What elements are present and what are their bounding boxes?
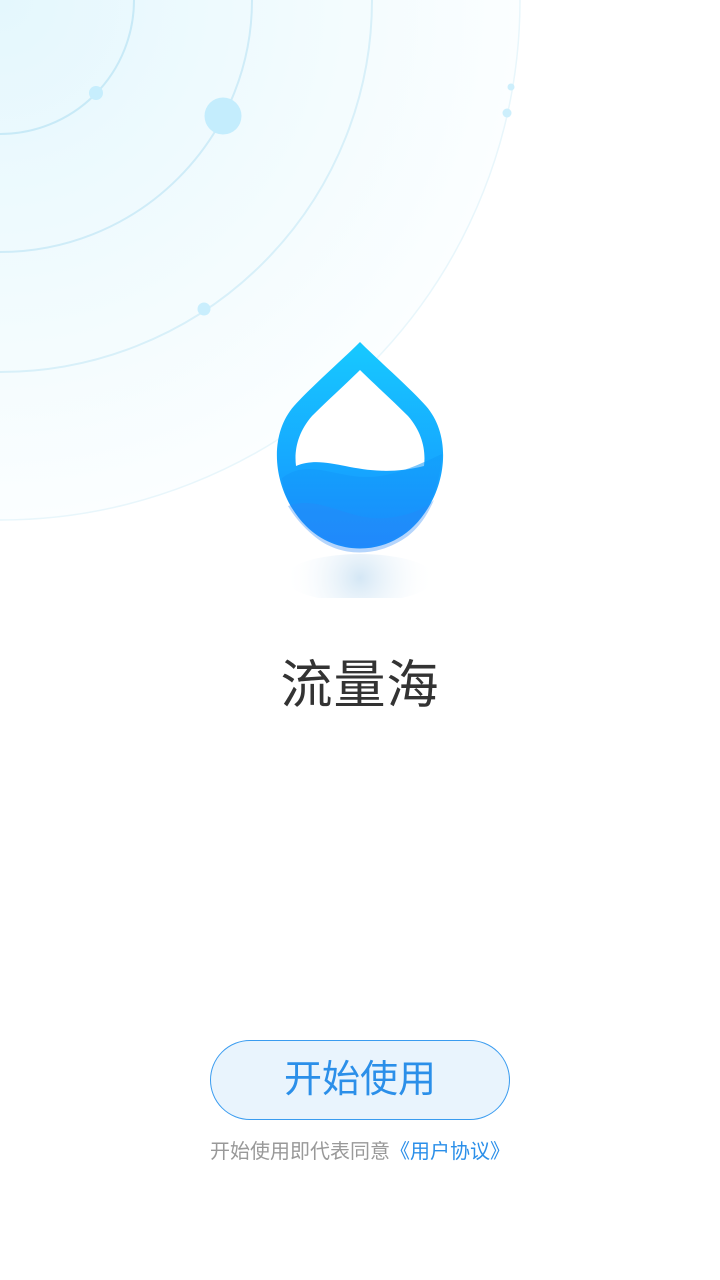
user-agreement-link[interactable]: 《用户协议》 <box>390 1139 510 1163</box>
water-drop-logo-icon <box>276 342 444 598</box>
app-name: 流量海 <box>280 656 440 716</box>
start-button[interactable]: 开始使用 <box>210 1040 510 1120</box>
agreement-notice: 开始使用即代表同意《用户协议》 <box>0 1136 720 1166</box>
agreement-text: 开始使用即代表同意 <box>210 1139 390 1163</box>
